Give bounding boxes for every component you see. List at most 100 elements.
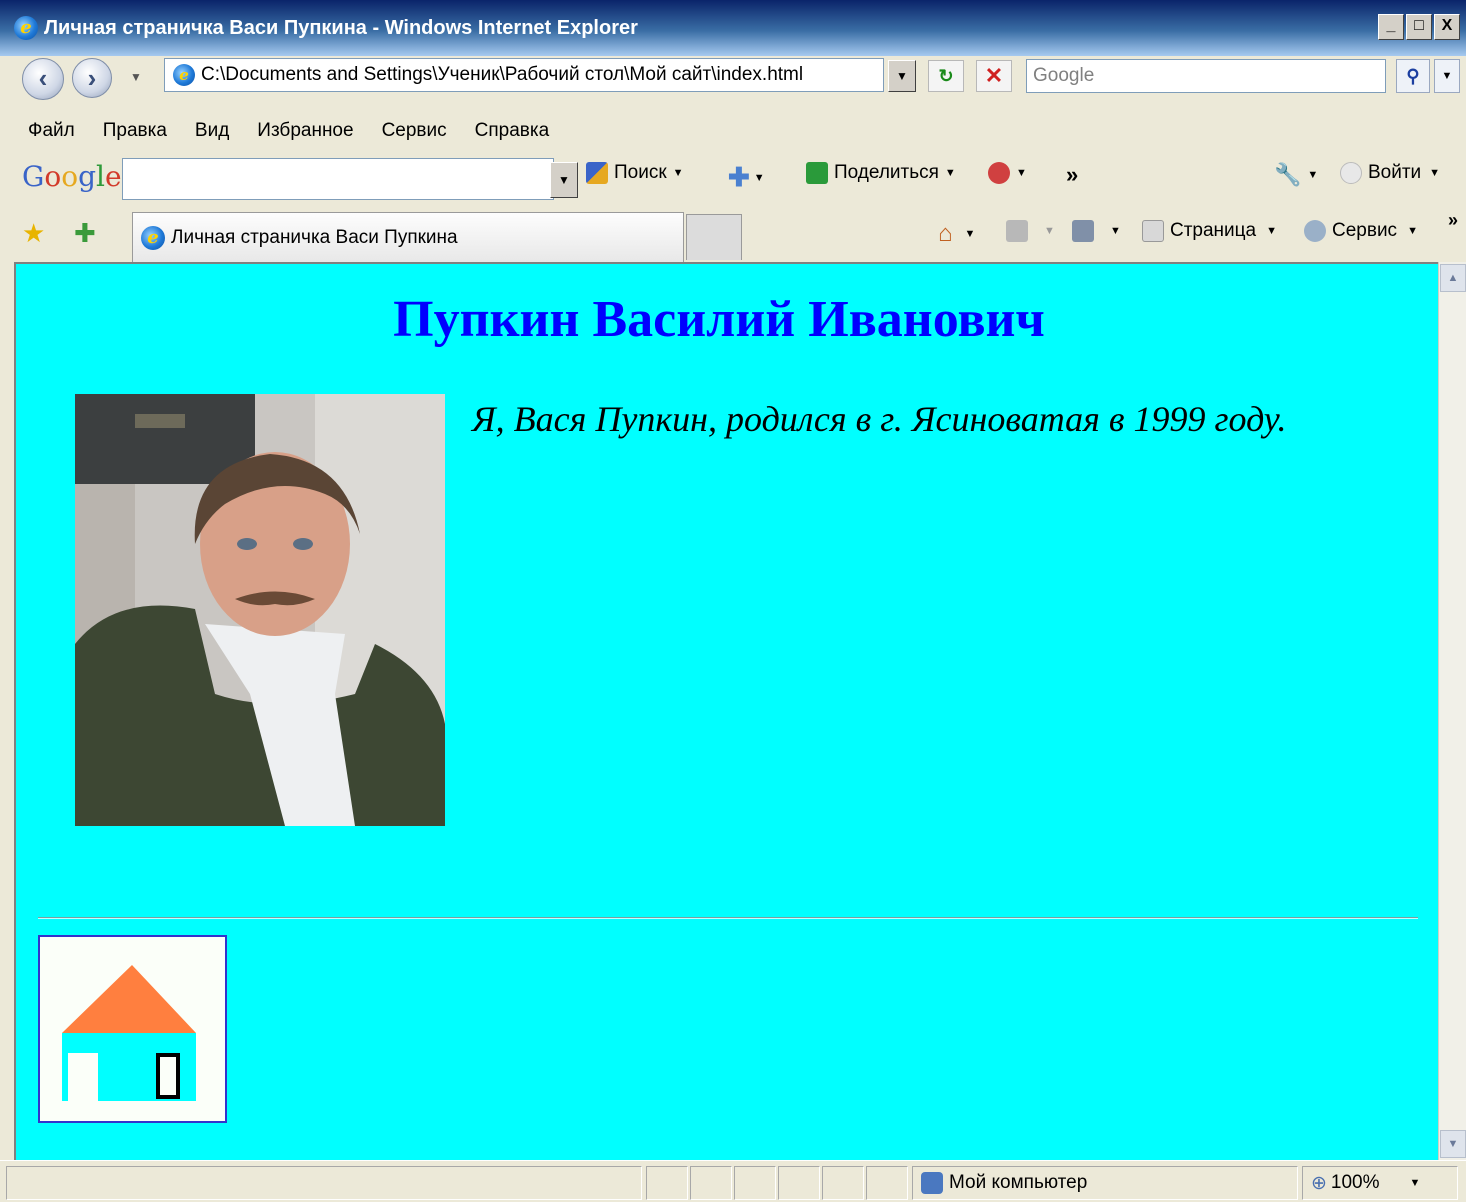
horizontal-divider — [38, 917, 1418, 919]
chevron-up-icon: ▲ — [1447, 272, 1459, 284]
vertical-scrollbar[interactable] — [1438, 262, 1466, 1160]
print-button[interactable]: ▼ — [1072, 220, 1121, 242]
status-cell — [778, 1166, 820, 1200]
window-title: Личная страничка Васи Пупкина - Windows … — [44, 16, 638, 39]
close-button[interactable]: X — [1434, 14, 1460, 40]
home-icon: ⌂ — [938, 220, 953, 247]
chevron-down-icon: ▼ — [964, 228, 976, 240]
signin-button[interactable]: Войти ▼ — [1340, 162, 1440, 184]
history-dropdown-icon[interactable]: ▼ — [130, 70, 142, 84]
google-search-input[interactable] — [122, 158, 554, 200]
back-button[interactable]: ‹ — [22, 58, 64, 100]
new-tab-button[interactable] — [686, 214, 742, 260]
status-text-cell — [6, 1166, 642, 1200]
favorites-star-icon[interactable]: ★ — [22, 218, 45, 249]
google-logo: Google — [22, 159, 122, 193]
page-ie-icon: e — [173, 64, 195, 86]
status-cell — [822, 1166, 864, 1200]
google-search-dropdown[interactable]: ▼ — [550, 162, 578, 198]
computer-icon — [921, 1172, 943, 1194]
minimize-button[interactable]: _ — [1378, 14, 1404, 40]
home-button[interactable]: ⌂ ▼ — [938, 220, 975, 248]
search-button[interactable]: ⚲ — [1396, 59, 1430, 93]
chevron-down-icon: ▼ — [672, 167, 684, 179]
tab-ie-icon: e — [141, 225, 165, 250]
search-icon: ⚲ — [1406, 66, 1420, 86]
chevron-down-icon: ▼ — [1429, 167, 1441, 179]
google-search-button[interactable]: Поиск ▼ — [586, 162, 684, 184]
chevron-down-icon: ▼ — [558, 173, 570, 187]
tools-menu-button[interactable]: Сервис ▼ — [1304, 220, 1418, 242]
menu-view[interactable]: Вид — [195, 120, 229, 142]
maximize-button[interactable]: □ — [1406, 14, 1432, 40]
chevron-down-icon: ▼ — [944, 167, 956, 179]
scroll-down-button[interactable]: ▼ — [1440, 1130, 1466, 1158]
add-favorite-icon[interactable]: ✚ — [74, 218, 96, 249]
tab-current[interactable]: e Личная страничка Васи Пупкина — [132, 212, 684, 262]
chevron-down-icon: ▼ — [753, 171, 765, 184]
search-options-button[interactable]: ▼ — [1434, 59, 1460, 93]
google-search-label: Поиск — [614, 162, 667, 183]
toolbar-more-button[interactable]: » — [1066, 162, 1078, 188]
chevron-down-icon: ▼ — [1441, 70, 1453, 82]
google-search-icon — [586, 162, 608, 184]
address-dropdown-button[interactable]: ▼ — [888, 60, 916, 92]
add-button[interactable]: ✚ ▼ — [728, 162, 765, 193]
window-controls: _ □ X — [1378, 14, 1460, 40]
command-more-button[interactable]: » — [1448, 210, 1458, 231]
chevron-down-icon: ▼ — [1447, 1138, 1459, 1150]
title-bar: e Личная страничка Васи Пупкина - Window… — [0, 0, 1466, 56]
feeds-button[interactable]: ▼ — [1006, 220, 1055, 242]
zoom-icon: ⊕ — [1311, 1172, 1327, 1194]
zone-label: Мой компьютер — [949, 1172, 1088, 1193]
forward-arrow-icon: › — [87, 63, 97, 93]
menu-tools[interactable]: Сервис — [382, 120, 447, 142]
menu-help[interactable]: Справка — [475, 120, 550, 142]
menu-file[interactable]: Файл — [28, 120, 75, 142]
home-link[interactable] — [38, 935, 227, 1123]
search-input[interactable]: Google — [1026, 59, 1386, 93]
chevron-down-icon: ▼ — [1044, 225, 1055, 237]
page-menu-label: Страница — [1170, 220, 1257, 241]
portrait-photo — [75, 394, 445, 826]
chevron-down-icon: ▼ — [1110, 225, 1121, 237]
rss-icon — [1006, 220, 1028, 242]
chevron-down-icon: ▼ — [896, 69, 908, 83]
chevron-down-icon: ▼ — [1266, 225, 1278, 237]
status-cell — [646, 1166, 688, 1200]
gear-icon — [1304, 220, 1326, 242]
wrench-icon: 🔧 — [1274, 162, 1302, 187]
forward-button[interactable]: › — [72, 58, 112, 98]
chevron-down-icon: ▼ — [1016, 167, 1027, 179]
page-heading: Пупкин Василий Иванович — [393, 291, 1045, 348]
chevron-down-icon: ▼ — [1307, 169, 1319, 181]
address-field[interactable]: e C:\Documents and Settings\Ученик\Рабоч… — [164, 58, 884, 92]
signin-icon — [1340, 162, 1362, 184]
share-button[interactable]: Поделиться ▼ — [806, 162, 956, 184]
chevron-down-icon: ▼ — [1409, 1177, 1421, 1189]
chevron-down-icon: ▼ — [1407, 225, 1418, 237]
scroll-up-button[interactable]: ▲ — [1440, 264, 1466, 292]
security-zone[interactable]: Мой компьютер — [912, 1166, 1298, 1200]
page-menu-button[interactable]: Страница ▼ — [1142, 220, 1277, 242]
popup-blocker-button[interactable]: ▼ — [988, 162, 1027, 184]
status-cell — [690, 1166, 732, 1200]
zoom-control[interactable]: ⊕ 100% ▼ — [1302, 1166, 1458, 1200]
menu-edit[interactable]: Правка — [103, 120, 167, 142]
address-url: C:\Documents and Settings\Ученик\Рабочий… — [201, 64, 804, 85]
settings-button[interactable]: 🔧 ▼ — [1274, 162, 1318, 188]
zoom-level: 100% — [1330, 1172, 1380, 1193]
refresh-button[interactable]: ↻ — [928, 60, 964, 92]
house-icon — [62, 965, 196, 1101]
back-arrow-icon: ‹ — [38, 63, 48, 93]
signin-label: Войти — [1368, 162, 1422, 183]
menu-favorites[interactable]: Избранное — [257, 120, 353, 142]
stop-icon: ✕ — [984, 63, 1004, 88]
status-cell — [734, 1166, 776, 1200]
share-label: Поделиться — [834, 162, 939, 183]
ie-logo-icon: e — [14, 16, 38, 40]
tab-label: Личная страничка Васи Пупкина — [171, 226, 458, 248]
printer-icon — [1072, 220, 1094, 242]
stop-button[interactable]: ✕ — [976, 60, 1012, 92]
refresh-icon: ↻ — [938, 66, 954, 86]
